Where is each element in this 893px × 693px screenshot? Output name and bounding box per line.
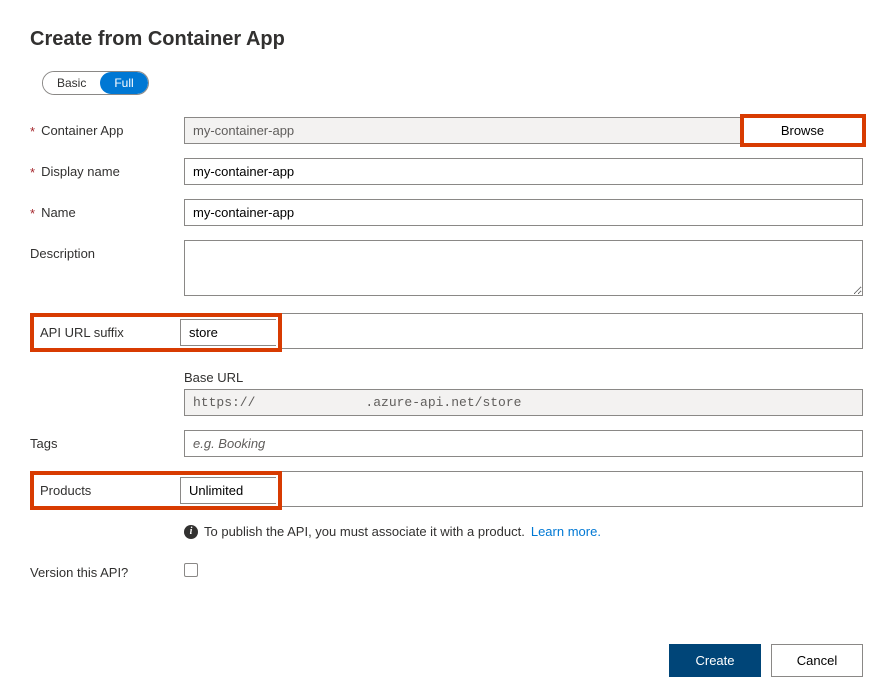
info-icon: i (184, 525, 198, 539)
mode-full[interactable]: Full (100, 72, 147, 94)
tags-input[interactable] (184, 430, 863, 457)
label-description: Description (30, 246, 95, 261)
products-input[interactable] (180, 477, 276, 504)
api-url-suffix-extend[interactable] (282, 313, 863, 349)
container-app-input (184, 117, 743, 144)
products-group: Products (30, 471, 282, 510)
display-name-input[interactable] (184, 158, 863, 185)
mode-basic[interactable]: Basic (43, 72, 100, 94)
required-marker: * (30, 164, 35, 179)
browse-button[interactable]: Browse (743, 117, 863, 144)
label-container-app: Container App (41, 123, 123, 138)
mode-toggle[interactable]: Basic Full (42, 71, 149, 95)
required-marker: * (30, 123, 35, 138)
name-input[interactable] (184, 199, 863, 226)
cancel-button[interactable]: Cancel (771, 644, 863, 677)
label-products: Products (36, 483, 180, 498)
label-version-this-api: Version this API? (30, 565, 128, 580)
base-url-display: https://.azure-api.net/store (184, 389, 863, 416)
products-extend[interactable] (282, 471, 863, 507)
api-url-suffix-input[interactable] (180, 319, 276, 346)
learn-more-link[interactable]: Learn more. (531, 524, 601, 539)
label-api-url-suffix: API URL suffix (36, 325, 180, 340)
description-input[interactable] (184, 240, 863, 296)
label-display-name: Display name (41, 164, 120, 179)
page-title: Create from Container App (30, 28, 863, 51)
label-base-url: Base URL (184, 370, 863, 385)
label-name: Name (41, 205, 76, 220)
api-url-suffix-group: API URL suffix (30, 313, 282, 352)
info-text: To publish the API, you must associate i… (204, 524, 525, 539)
label-tags: Tags (30, 436, 57, 451)
create-button[interactable]: Create (669, 644, 761, 677)
required-marker: * (30, 205, 35, 220)
version-api-checkbox[interactable] (184, 563, 198, 577)
